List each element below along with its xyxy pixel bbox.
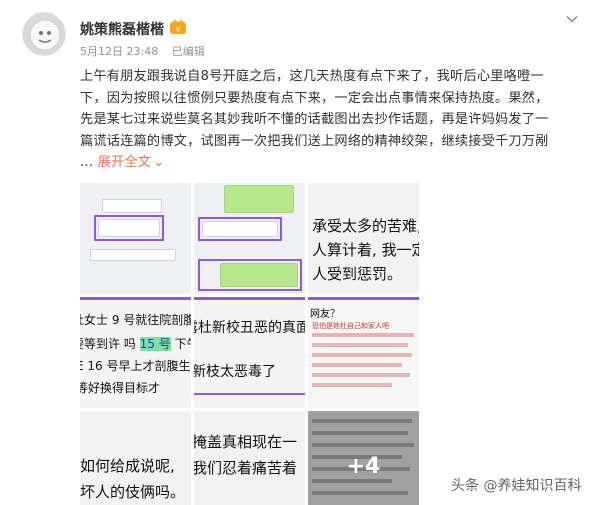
- image-thumb-2[interactable]: [194, 183, 305, 294]
- image-text: 杜女士 9 号就往院剖腹: [80, 313, 191, 327]
- accent-bar: [308, 297, 419, 300]
- watermark: 头条 @养娃知识百科: [451, 478, 582, 494]
- image-thumb-8[interactable]: 掩盖真相现在一 我们忍着痛苦着: [194, 411, 305, 505]
- image-text: 坏人的伎俩吗。: [80, 483, 186, 501]
- post-last-line: ... 展开全文 ⌄: [80, 152, 574, 174]
- text-line: [312, 383, 392, 387]
- image-text-part: 要等到许 吗: [80, 337, 136, 351]
- image-text: 如何给成说呢,: [80, 457, 175, 475]
- text-line: [312, 333, 414, 337]
- text-line: [312, 373, 410, 377]
- accent-bar: [194, 297, 305, 300]
- more-images-overlay[interactable]: +4: [308, 411, 419, 505]
- image-text: 新枝太恶毒了: [194, 364, 276, 380]
- accent-bar: [194, 393, 305, 395]
- image-text: 露杜新校丑恶的真面: [194, 320, 305, 336]
- image-thumb-6[interactable]: 网友？ 恐怕是姓杜自己和家人吧: [308, 297, 419, 408]
- chevron-down-icon[interactable]: [565, 12, 579, 26]
- image-text: 掩盖真相现在一: [194, 433, 298, 451]
- post-line: 下，因为按照以往惯例只要热度有点下来，一定会出点事情来保持热度。果然，: [80, 90, 549, 106]
- text-line: [312, 363, 402, 367]
- image-text: 人算计着, 我一定: [312, 241, 419, 259]
- svg-text:V: V: [176, 26, 181, 34]
- highlighted-text: 15 号: [139, 337, 171, 351]
- image-text: 承受太多的苦难,: [312, 217, 419, 235]
- user-name[interactable]: 姚策熊磊楷楷: [80, 19, 164, 39]
- chat-bubble: [102, 199, 162, 213]
- expand-label[interactable]: 展开全文: [98, 155, 152, 170]
- image-text: 我们忍着痛苦着: [194, 459, 298, 477]
- image-thumb-4[interactable]: 杜女士 9 号就往院剖腹 要等到许 吗 15 号 下午 E 16 号早上才剖腹生…: [80, 297, 191, 408]
- chat-bubble: [224, 185, 294, 213]
- post-line: 先是某七过来说些莫名其妙我听不懂的话截图出去抄作话题，再是许妈妈发了一: [80, 112, 549, 127]
- chat-bubble: [202, 221, 278, 237]
- image-text: 人受到惩罚。: [312, 265, 403, 283]
- image-thumb-9[interactable]: +4: [308, 411, 419, 505]
- avatar[interactable]: [22, 12, 66, 56]
- chevron-down-icon: ⌄: [153, 155, 165, 170]
- vip-badge-icon: V: [170, 19, 186, 34]
- chat-bubble: [90, 249, 176, 261]
- avatar-image: [29, 19, 61, 51]
- post-time[interactable]: 5月12日 23:48: [80, 45, 158, 58]
- post-content: 上午有朋友跟我说自8号开庭之后，这几天热度有点下来了，我听后心里咯噔一 下，因为…: [80, 66, 574, 174]
- image-thumb-7[interactable]: 如何给成说呢, 坏人的伎俩吗。: [80, 411, 191, 505]
- image-text: E 16 号早上才剖腹生: [80, 359, 191, 373]
- image-thumb-3[interactable]: 承受太多的苦难, 人算计着, 我一定 人受到惩罚。: [308, 183, 419, 294]
- image-thumb-5[interactable]: 露杜新校丑恶的真面 新枝太恶毒了: [194, 297, 305, 408]
- image-text: 网友？: [310, 309, 340, 320]
- chat-bubble: [98, 219, 160, 237]
- chat-bubble: [220, 263, 298, 287]
- post-line: 篇谎话连篇的博文，试图再一次把我们送上网络的精神绞架，继续接受千刀万剐: [80, 133, 549, 149]
- image-text: 等好换得目标才: [80, 381, 161, 395]
- text-line: [312, 343, 408, 347]
- post-meta: 5月12日 23:48 已编辑: [80, 43, 215, 59]
- post-line: 上午有朋友跟我说自8号开庭之后，这几天热度有点下来了，我听后心里咯噔一: [80, 69, 544, 84]
- ellipsis: ...: [80, 155, 94, 170]
- image-thumb-1[interactable]: [80, 183, 191, 294]
- edited-label: 已编辑: [171, 45, 205, 58]
- image-text: 恐怕是姓杜自己和家人吧: [312, 322, 389, 330]
- weibo-post: 姚策熊磊楷楷 V 5月12日 23:48 已编辑 上午有朋友跟我说自8号开庭之后…: [0, 0, 603, 505]
- image-text-part: 下午: [174, 337, 191, 351]
- image-text: 要等到许 吗 15 号 下午: [80, 335, 191, 352]
- accent-bar: [80, 297, 191, 300]
- expand-full-text-link[interactable]: 展开全文 ⌄: [98, 155, 165, 170]
- text-line: [312, 353, 412, 357]
